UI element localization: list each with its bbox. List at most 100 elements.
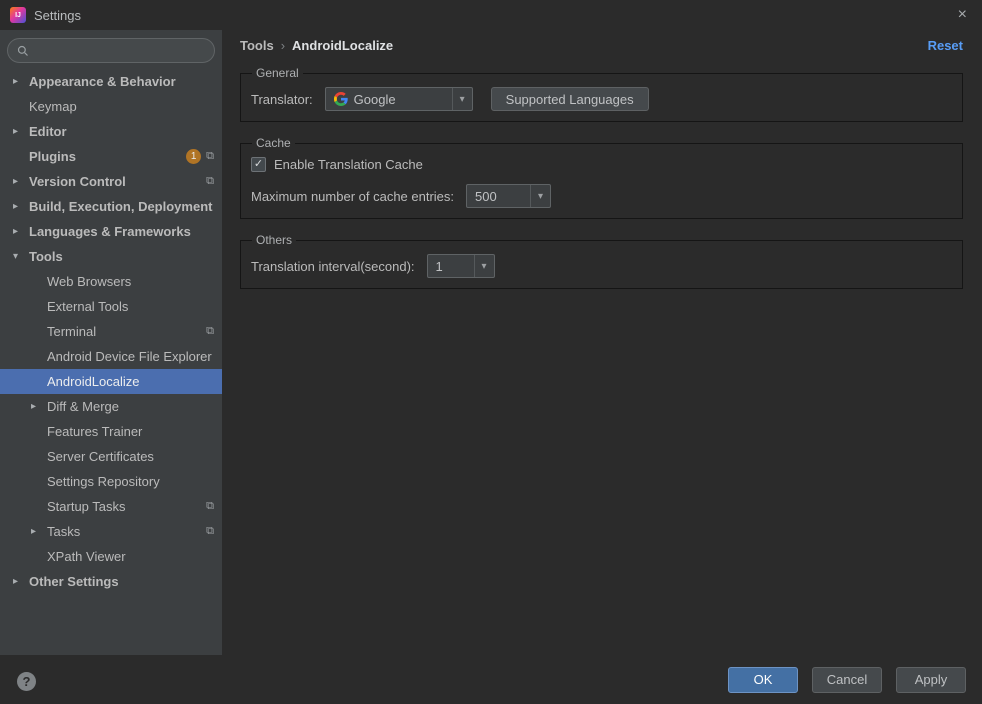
help-icon[interactable]: ? [17, 672, 36, 691]
sidebar-tree: ▸Appearance & BehaviorKeymap▸EditorPlugi… [0, 69, 222, 594]
sidebar-item-label: Server Certificates [47, 449, 154, 464]
sidebar-item-plugins[interactable]: Plugins1⧉ [0, 144, 222, 169]
sidebar-item-settings-repository[interactable]: Settings Repository [0, 469, 222, 494]
sidebar-item-label: Build, Execution, Deployment [29, 199, 212, 214]
sidebar-item-label: Tools [29, 249, 63, 264]
sidebar-item-diff-merge[interactable]: ▸Diff & Merge [0, 394, 222, 419]
settings-search-input[interactable] [34, 43, 205, 58]
interval-label: Translation interval(second): [251, 259, 415, 274]
sidebar-item-label: Settings Repository [47, 474, 160, 489]
sidebar-item-xpath-viewer[interactable]: XPath Viewer [0, 544, 222, 569]
chevron-right-icon[interactable]: ▸ [13, 576, 29, 587]
enable-cache-checkbox[interactable]: ✓ [251, 157, 266, 172]
enable-cache-row: ✓ Enable Translation Cache [251, 157, 952, 172]
ok-button[interactable]: OK [728, 667, 798, 693]
sidebar-item-label: AndroidLocalize [47, 374, 140, 389]
sidebar-item-label: Web Browsers [47, 274, 131, 289]
chevron-right-icon[interactable]: ▸ [31, 401, 47, 412]
sidebar-item-label: Diff & Merge [47, 399, 119, 414]
breadcrumb-root[interactable]: Tools [240, 38, 274, 53]
sidebar-item-terminal[interactable]: Terminal ⧉ [0, 319, 222, 344]
max-entries-select[interactable]: 500 ▾ [466, 184, 551, 208]
project-scope-icon: ⧉ [206, 526, 214, 537]
sidebar-item-label: Tasks [47, 524, 80, 539]
settings-sidebar: ▸Appearance & BehaviorKeymap▸EditorPlugi… [0, 30, 222, 655]
breadcrumb-current: AndroidLocalize [292, 38, 393, 53]
sidebar-item-keymap[interactable]: Keymap [0, 94, 222, 119]
sidebar-item-label: Terminal [47, 324, 96, 339]
sidebar-item-startup-tasks[interactable]: Startup Tasks⧉ [0, 494, 222, 519]
intellij-logo-text: IJ [15, 12, 21, 19]
intellij-logo-icon: IJ [10, 7, 26, 23]
apply-button[interactable]: Apply [896, 667, 966, 693]
project-scope-icon: ⧉ [206, 176, 214, 187]
chevron-right-icon[interactable]: ▸ [31, 526, 47, 537]
translator-label: Translator: [251, 92, 313, 107]
chevron-down-icon[interactable]: ▾ [13, 251, 29, 262]
sidebar-item-label: Startup Tasks [47, 499, 126, 514]
others-group-title: Others [252, 233, 296, 247]
sidebar-item-label: Languages & Frameworks [29, 224, 191, 239]
settings-search-box[interactable] [7, 38, 215, 63]
sidebar-item-tasks[interactable]: ▸Tasks ⧉ [0, 519, 222, 544]
chevron-right-icon[interactable]: ▸ [13, 201, 29, 212]
sidebar-item-label: Other Settings [29, 574, 119, 589]
supported-languages-button[interactable]: Supported Languages [491, 87, 649, 111]
sidebar-item-version-control[interactable]: ▸Version Control ⧉ [0, 169, 222, 194]
chevron-right-icon[interactable]: ▸ [13, 76, 29, 87]
sidebar-item-server-certificates[interactable]: Server Certificates [0, 444, 222, 469]
sidebar-item-build-execution-deployment[interactable]: ▸Build, Execution, Deployment [0, 194, 222, 219]
sidebar-item-web-browsers[interactable]: Web Browsers [0, 269, 222, 294]
sidebar-item-label: Android Device File Explorer [47, 349, 212, 364]
sidebar-item-external-tools[interactable]: External Tools [0, 294, 222, 319]
reset-link[interactable]: Reset [928, 38, 963, 53]
chevron-right-icon[interactable]: ▸ [13, 176, 29, 187]
sidebar-item-label: Version Control [29, 174, 126, 189]
sidebar-item-label: XPath Viewer [47, 549, 126, 564]
translator-row: Translator: Google ▾ Supported Languages [251, 87, 952, 111]
sidebar-item-label: Plugins [29, 149, 76, 164]
dialog-footer: ? OK Cancel Apply [0, 655, 982, 704]
sidebar-item-editor[interactable]: ▸Editor [0, 119, 222, 144]
translator-select[interactable]: Google ▾ [325, 87, 473, 111]
max-entries-row: Maximum number of cache entries: 500 ▾ [251, 184, 952, 208]
chevron-right-icon[interactable]: ▸ [13, 126, 29, 137]
search-icon [17, 45, 29, 57]
chevron-down-icon[interactable]: ▾ [530, 185, 550, 207]
interval-select[interactable]: 1 ▾ [427, 254, 495, 278]
chevron-down-icon[interactable]: ▾ [474, 255, 494, 277]
interval-selected-value: 1 [436, 259, 443, 274]
close-icon[interactable]: × [953, 5, 972, 25]
sidebar-item-label: Editor [29, 124, 67, 139]
checkmark-icon: ✓ [254, 159, 263, 170]
sidebar-item-label: Keymap [29, 99, 77, 114]
general-group-title: General [252, 66, 303, 80]
update-count-badge: 1 [186, 149, 201, 164]
sidebar-item-label: Features Trainer [47, 424, 142, 439]
sidebar-item-features-trainer[interactable]: Features Trainer [0, 419, 222, 444]
chevron-down-icon[interactable]: ▾ [452, 88, 472, 110]
sidebar-item-label: External Tools [47, 299, 128, 314]
sidebar-item-tools[interactable]: ▾Tools [0, 244, 222, 269]
breadcrumb: Tools › AndroidLocalize Reset [222, 30, 982, 60]
max-entries-label: Maximum number of cache entries: [251, 189, 454, 204]
window-title: Settings [34, 8, 81, 23]
sidebar-item-androidlocalize[interactable]: AndroidLocalize [0, 369, 222, 394]
sidebar-item-languages-frameworks[interactable]: ▸Languages & Frameworks [0, 219, 222, 244]
cache-group-title: Cache [252, 136, 295, 150]
chevron-right-icon[interactable]: ▸ [13, 226, 29, 237]
sidebar-item-android-device-file-explorer[interactable]: Android Device File Explorer [0, 344, 222, 369]
max-entries-selected-value: 500 [475, 189, 497, 204]
cancel-button[interactable]: Cancel [812, 667, 882, 693]
sidebar-item-other-settings[interactable]: ▸Other Settings [0, 569, 222, 594]
others-group: Others Translation interval(second): 1 ▾ [240, 233, 963, 289]
cache-group: Cache ✓ Enable Translation Cache Maximum… [240, 136, 963, 219]
sidebar-item-label: Appearance & Behavior [29, 74, 176, 89]
sidebar-item-appearance-behavior[interactable]: ▸Appearance & Behavior [0, 69, 222, 94]
project-scope-icon: ⧉ [206, 326, 214, 337]
window-titlebar: IJ Settings × [0, 0, 982, 30]
enable-cache-label[interactable]: Enable Translation Cache [274, 157, 423, 172]
general-group: General Translator: Google ▾ Supported L… [240, 66, 963, 122]
interval-row: Translation interval(second): 1 ▾ [251, 254, 952, 278]
breadcrumb-separator-icon: › [281, 38, 285, 53]
